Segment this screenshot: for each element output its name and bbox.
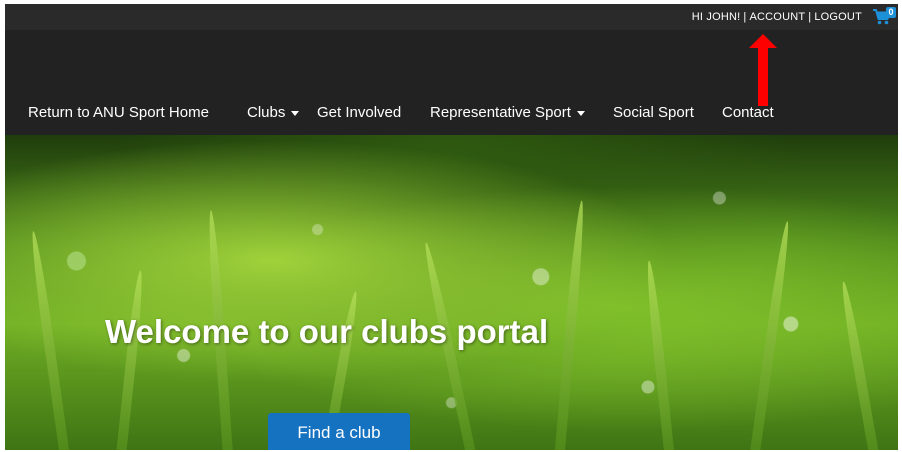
nav-item-clubs[interactable]: Clubs [247,100,300,136]
greeting-text: HI JOHN! [691,11,741,23]
grass-decoration [114,270,146,450]
nav-item-contact[interactable]: Contact [722,100,774,136]
nav-item-label: Representative Sport [430,104,571,121]
account-link[interactable]: ACCOUNT [749,11,805,23]
browser-viewport: HI JOHN! | ACCOUNT | LOGOUT 0 Return to ANU … [5,4,898,450]
caret-down-icon [291,110,300,116]
nav-item-label: Clubs [247,104,286,121]
grass-decoration [553,200,587,450]
account-bar: HI JOHN! | ACCOUNT | LOGOUT 0 [5,4,898,30]
nav-item-label: Return to ANU Sport Home [28,104,209,121]
main-navigation: Return to ANU Sport Home Clubs Get Invol… [5,100,898,136]
find-a-club-button[interactable]: Find a club [268,413,410,450]
separator: | [808,11,812,23]
account-links: HI JOHN! | ACCOUNT | LOGOUT [692,11,862,23]
cart-count-badge: 0 [886,7,896,18]
logout-link[interactable]: LOGOUT [814,11,862,23]
grass-decoration [747,220,793,450]
grass-decoration [644,260,676,450]
grass-decoration [28,230,72,450]
nav-item-social-sport[interactable]: Social Sport [613,100,694,136]
nav-item-get-involved[interactable]: Get Involved [317,100,401,136]
nav-item-label: Social Sport [613,104,694,121]
nav-item-label: Get Involved [317,104,402,121]
cart-button[interactable]: 0 [872,7,896,26]
grass-decoration [838,280,882,450]
caret-down-icon [576,110,585,116]
hero-banner: Welcome to our clubs portal Find a club [5,135,898,450]
separator: | [743,11,747,23]
nav-item-label: Contact [722,104,774,121]
hero-title: Welcome to our clubs portal [105,313,549,350]
nav-item-anu-sport-home[interactable]: Return to ANU Sport Home [28,100,209,136]
red-arrow-up-icon [749,34,777,106]
nav-item-representative-sport[interactable]: Representative Sport [430,100,585,136]
